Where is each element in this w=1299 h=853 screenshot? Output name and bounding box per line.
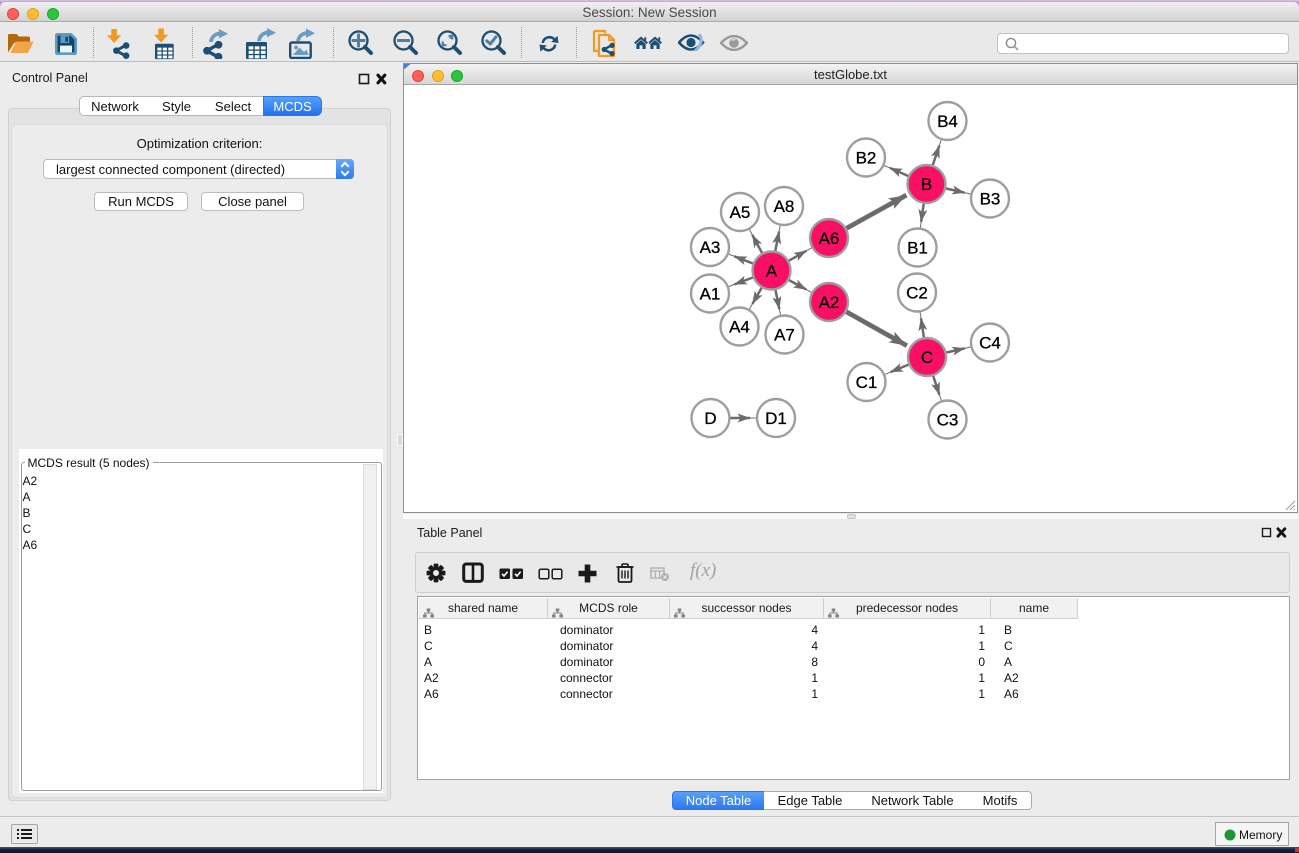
svg-text:C1: C1	[856, 373, 878, 392]
svg-text:B4: B4	[937, 112, 958, 131]
svg-text:A4: A4	[729, 317, 750, 336]
svg-text:B3: B3	[980, 189, 1001, 208]
svg-text:A3: A3	[700, 238, 721, 257]
svg-text:B2: B2	[856, 148, 877, 167]
svg-text:B: B	[921, 175, 932, 194]
svg-text:A7: A7	[774, 325, 795, 344]
svg-text:A: A	[766, 261, 778, 280]
svg-text:A5: A5	[730, 203, 751, 222]
svg-text:D: D	[704, 409, 716, 428]
svg-text:A8: A8	[774, 197, 795, 216]
svg-text:C4: C4	[979, 333, 1001, 352]
svg-text:A1: A1	[700, 284, 721, 303]
svg-text:D1: D1	[765, 409, 787, 428]
svg-text:C2: C2	[906, 283, 928, 302]
svg-text:A2: A2	[819, 293, 840, 312]
svg-text:B1: B1	[907, 238, 928, 257]
svg-text:C3: C3	[937, 410, 959, 429]
svg-text:A6: A6	[819, 229, 840, 248]
svg-text:C: C	[921, 348, 933, 367]
